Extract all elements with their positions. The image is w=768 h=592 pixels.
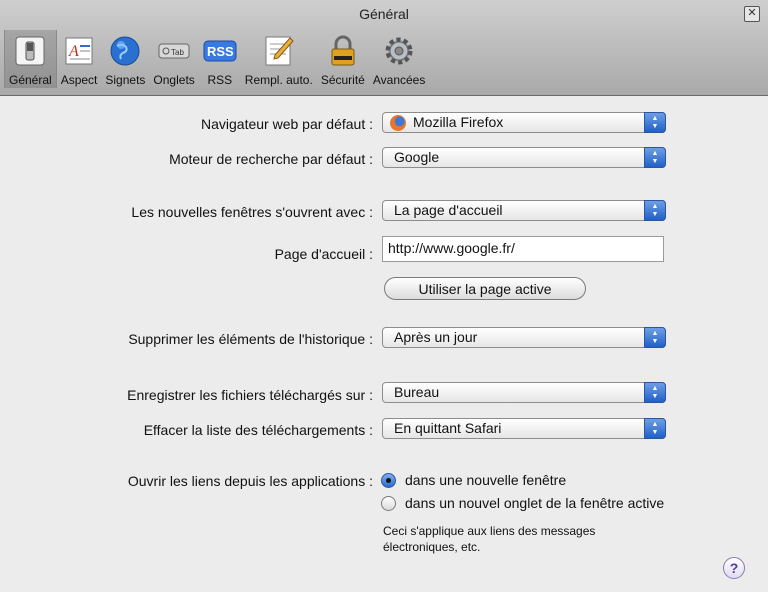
note-line-2: électroniques, etc. <box>383 540 481 554</box>
title-toolbar-area: Général ✕ Général A Aspect Signets Tab O… <box>0 0 768 96</box>
radio-button[interactable] <box>381 495 396 511</box>
tab-autofill[interactable]: Rempl. auto. <box>241 30 317 88</box>
open-links-note: Ceci s'applique aux liens des messages é… <box>383 523 663 555</box>
preferences-toolbar: Général A Aspect Signets Tab Onglets RSS… <box>4 30 429 92</box>
new-windows-value: La page d'accueil <box>394 202 503 218</box>
clear-downloads-label: Effacer la liste des téléchargements : <box>143 422 373 438</box>
tab-general[interactable]: Général <box>4 30 57 88</box>
use-current-page-button[interactable]: Utiliser la page active <box>384 277 586 300</box>
popup-arrows-icon: ▲ ▼ <box>644 147 666 168</box>
downloads-location-value: Bureau <box>394 384 440 400</box>
lock-icon <box>331 35 355 66</box>
clear-downloads-value: En quittant Safari <box>394 420 502 436</box>
rss-icon: RSS <box>203 40 237 62</box>
homepage-input[interactable] <box>388 240 658 256</box>
default-search-label: Moteur de recherche par défaut : <box>169 151 373 167</box>
tab-icon-badge: Tab <box>171 48 184 57</box>
radio-new-window-label: dans une nouvelle fenêtre <box>405 472 567 488</box>
globe-icon <box>110 36 140 66</box>
new-windows-select[interactable]: La page d'accueil ▲ ▼ <box>382 200 666 221</box>
autofill-pencil-icon <box>265 36 294 66</box>
tab-onglets-label: Onglets <box>153 73 195 87</box>
radio-new-window[interactable]: dans une nouvelle fenêtre <box>381 472 566 488</box>
tab-rss-label: RSS <box>207 73 233 87</box>
default-search-value: Google <box>394 149 440 165</box>
help-button[interactable]: ? <box>723 557 745 579</box>
preferences-window: Général ✕ Général A Aspect Signets Tab O… <box>0 0 768 592</box>
radio-button-selected[interactable] <box>381 472 396 488</box>
open-links-label: Ouvrir les liens depuis les applications… <box>127 473 373 489</box>
tab-securite[interactable]: Sécurité <box>317 30 369 88</box>
homepage-label: Page d'accueil : <box>274 246 373 262</box>
clear-downloads-select[interactable]: En quittant Safari ▲ ▼ <box>382 418 666 439</box>
font-icon: A <box>65 37 93 65</box>
new-windows-label: Les nouvelles fenêtres s'ouvrent avec : <box>131 204 373 220</box>
default-browser-select[interactable]: Mozilla Firefox ▲ ▼ <box>382 112 666 133</box>
window-title: Général <box>359 6 409 22</box>
note-line-1: Ceci s'applique aux liens des messages <box>383 524 596 538</box>
popup-arrows-icon: ▲ ▼ <box>644 418 666 439</box>
svg-text:A: A <box>68 43 79 60</box>
popup-arrows-icon: ▲ ▼ <box>644 327 666 348</box>
switch-icon <box>15 36 45 66</box>
tab-avancees-label: Avancées <box>372 73 426 87</box>
radio-new-tab[interactable]: dans un nouvel onglet de la fenêtre acti… <box>381 495 664 511</box>
tab-aspect-label: Aspect <box>60 73 98 87</box>
tab-signets-label: Signets <box>105 73 146 87</box>
tab-aspect[interactable]: A Aspect <box>57 30 102 88</box>
popup-arrows-icon: ▲ ▼ <box>644 112 666 133</box>
tab-icon: Tab <box>158 43 190 59</box>
downloads-location-label: Enregistrer les fichiers téléchargés sur… <box>127 387 373 403</box>
default-browser-value: Mozilla Firefox <box>413 114 504 130</box>
firefox-icon <box>390 115 406 131</box>
tab-signets[interactable]: Signets <box>101 30 149 88</box>
default-search-select[interactable]: Google ▲ ▼ <box>382 147 666 168</box>
downloads-location-select[interactable]: Bureau ▲ ▼ <box>382 382 666 403</box>
radio-new-tab-label: dans un nouvel onglet de la fenêtre acti… <box>405 495 665 511</box>
popup-arrows-icon: ▲ ▼ <box>644 200 666 221</box>
close-button[interactable]: ✕ <box>744 6 760 22</box>
tab-general-label: Général <box>9 73 52 87</box>
default-browser-label: Navigateur web par défaut : <box>201 116 373 132</box>
tab-rss[interactable]: RSS RSS <box>199 30 241 88</box>
homepage-field[interactable] <box>382 236 664 262</box>
history-label: Supprimer les éléments de l'historique : <box>128 331 373 347</box>
tab-securite-label: Sécurité <box>320 73 365 87</box>
tab-avancees[interactable]: Avancées <box>369 30 429 88</box>
history-value: Après un jour <box>394 329 478 345</box>
popup-arrows-icon: ▲ ▼ <box>644 382 666 403</box>
history-select[interactable]: Après un jour ▲ ▼ <box>382 327 666 348</box>
tab-autofill-label: Rempl. auto. <box>244 73 313 87</box>
tab-onglets[interactable]: Tab Onglets <box>149 30 198 88</box>
rss-icon-badge: RSS <box>207 44 234 59</box>
gear-icon <box>385 37 413 65</box>
